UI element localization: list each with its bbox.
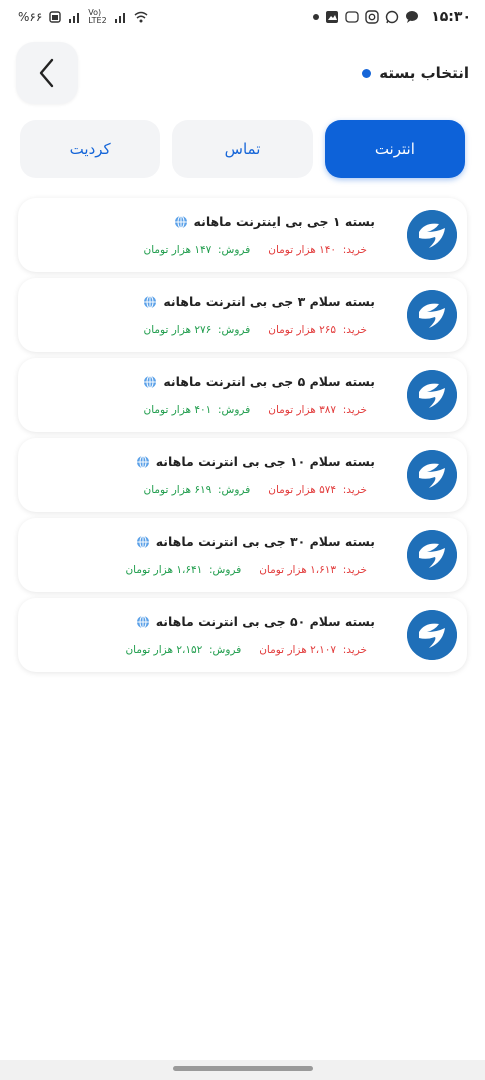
package-title: بسته سلام ۵۰ جی بی انترنت ماهانه — [136, 614, 375, 629]
operator-logo-icon — [407, 290, 457, 340]
wifi-icon — [134, 11, 148, 23]
package-prices: خرید: ۱،۶۱۳ هزار تومان فروش: ۱،۶۴۱ هزار … — [125, 564, 367, 576]
buy-price: خرید: ۳۸۷ هزار تومان — [268, 404, 367, 416]
package-title-text: بسته ۱ جی بی اینترنت ماهانه — [193, 214, 375, 229]
package-title-text: بسته سلام ۳۰ جی بی انترنت ماهانه — [155, 534, 375, 549]
sell-price: فروش: ۱۴۷ هزار تومان — [143, 244, 251, 256]
package-title: بسته سلام ۳ جی بی انترنت ماهانه — [143, 294, 375, 309]
package-title: بسته سلام ۱۰ جی بی انترنت ماهانه — [136, 454, 375, 469]
package-card[interactable]: بسته سلام ۱۰ جی بی انترنت ماهانه خرید: ۵… — [18, 438, 467, 512]
sell-price: فروش: ۶۱۹ هزار تومان — [143, 484, 251, 496]
instagram-icon — [365, 10, 379, 24]
buy-price: خرید: ۵۷۴ هزار تومان — [268, 484, 367, 496]
page-title-text: انتخاب بسته — [379, 64, 469, 82]
status-left: %۶۶ Vo) LTE2 — [18, 9, 148, 25]
buy-price: خرید: ۱۴۰ هزار تومان — [268, 244, 367, 256]
signal-icon — [69, 13, 80, 23]
operator-logo-icon — [407, 210, 457, 260]
package-card[interactable]: بسته ۱ جی بی اینترنت ماهانه خرید: ۱۴۰ هز… — [18, 198, 467, 272]
globe-icon — [144, 375, 157, 388]
operator-logo-icon — [407, 450, 457, 500]
package-title: بسته سلام ۵ جی بی انترنت ماهانه — [143, 374, 375, 389]
globe-icon — [136, 615, 149, 628]
status-bar: %۶۶ Vo) LTE2 ۱۵:۳۰ — [0, 0, 485, 36]
buy-price: خرید: ۱،۶۱۳ هزار تومان — [259, 564, 367, 576]
package-title: بسته ۱ جی بی اینترنت ماهانه — [174, 214, 375, 229]
navigation-bar — [0, 1060, 485, 1080]
package-title-text: بسته سلام ۵ جی بی انترنت ماهانه — [163, 374, 375, 389]
globe-icon — [136, 455, 149, 468]
back-button[interactable] — [16, 42, 78, 104]
tab-internet[interactable]: انترنت — [324, 120, 465, 178]
operator-logo-icon — [407, 530, 457, 580]
signal-icon-2 — [115, 13, 126, 23]
tab-bar: انترنت تماس کردیت — [20, 120, 465, 178]
buy-price: خرید: ۲۶۵ هزار تومان — [268, 324, 367, 336]
clock: ۱۵:۳۰ — [431, 9, 471, 25]
title-dot-icon — [362, 68, 372, 78]
status-right: ۱۵:۳۰ — [313, 9, 471, 25]
tab-credit[interactable]: کردیت — [20, 120, 161, 178]
operator-logo-icon — [407, 370, 457, 420]
package-card[interactable]: بسته سلام ۳ جی بی انترنت ماهانه خرید: ۲۶… — [18, 278, 467, 352]
package-card[interactable]: بسته سلام ۵ جی بی انترنت ماهانه خرید: ۳۸… — [18, 358, 467, 432]
page-title: انتخاب بسته — [362, 64, 469, 82]
package-prices: خرید: ۲،۱۰۷ هزار تومان فروش: ۲،۱۵۲ هزار … — [125, 644, 367, 656]
package-prices: خرید: ۳۸۷ هزار تومان فروش: ۴۰۱ هزار توما… — [144, 404, 367, 416]
globe-icon — [144, 295, 157, 308]
notification-dot-icon — [313, 14, 320, 20]
package-card[interactable]: بسته سلام ۵۰ جی بی انترنت ماهانه خرید: ۲… — [18, 598, 467, 672]
package-title-text: بسته سلام ۵۰ جی بی انترنت ماهانه — [155, 614, 375, 629]
home-indicator[interactable] — [172, 1066, 313, 1071]
package-title-text: بسته سلام ۱۰ جی بی انترنت ماهانه — [155, 454, 375, 469]
battery-level: %۶۶ — [18, 10, 43, 24]
package-title: بسته سلام ۳۰ جی بی انترنت ماهانه — [136, 534, 375, 549]
package-prices: خرید: ۵۷۴ هزار تومان فروش: ۶۱۹ هزار توما… — [144, 484, 367, 496]
battery-icon — [49, 11, 61, 23]
gallery-icon — [326, 11, 339, 23]
operator-logo-icon — [407, 610, 457, 660]
sell-price: فروش: ۲،۱۵۲ هزار تومان — [125, 644, 242, 656]
package-prices: خرید: ۲۶۵ هزار تومان فروش: ۲۷۶ هزار توما… — [144, 324, 367, 336]
tab-calls[interactable]: تماس — [172, 120, 313, 178]
globe-icon — [136, 535, 149, 548]
package-card[interactable]: بسته سلام ۳۰ جی بی انترنت ماهانه خرید: ۱… — [18, 518, 467, 592]
buy-price: خرید: ۲،۱۰۷ هزار تومان — [259, 644, 367, 656]
network-label: Vo) LTE2 — [88, 8, 107, 25]
package-title-text: بسته سلام ۳ جی بی انترنت ماهانه — [163, 294, 375, 309]
sell-price: فروش: ۴۰۱ هزار تومان — [143, 404, 251, 416]
message-icon — [406, 11, 419, 23]
package-prices: خرید: ۱۴۰ هزار تومان فروش: ۱۴۷ هزار توما… — [144, 244, 367, 256]
sell-price: فروش: ۲۷۶ هزار تومان — [143, 324, 251, 336]
globe-icon — [174, 215, 187, 228]
chevron-left-icon — [39, 58, 54, 88]
package-list: بسته ۱ جی بی اینترنت ماهانه خرید: ۱۴۰ هز… — [18, 198, 467, 678]
whatsapp-icon — [386, 10, 399, 24]
app-icon — [345, 11, 359, 23]
header: انتخاب بسته — [0, 42, 485, 106]
sell-price: فروش: ۱،۶۴۱ هزار تومان — [125, 564, 242, 576]
